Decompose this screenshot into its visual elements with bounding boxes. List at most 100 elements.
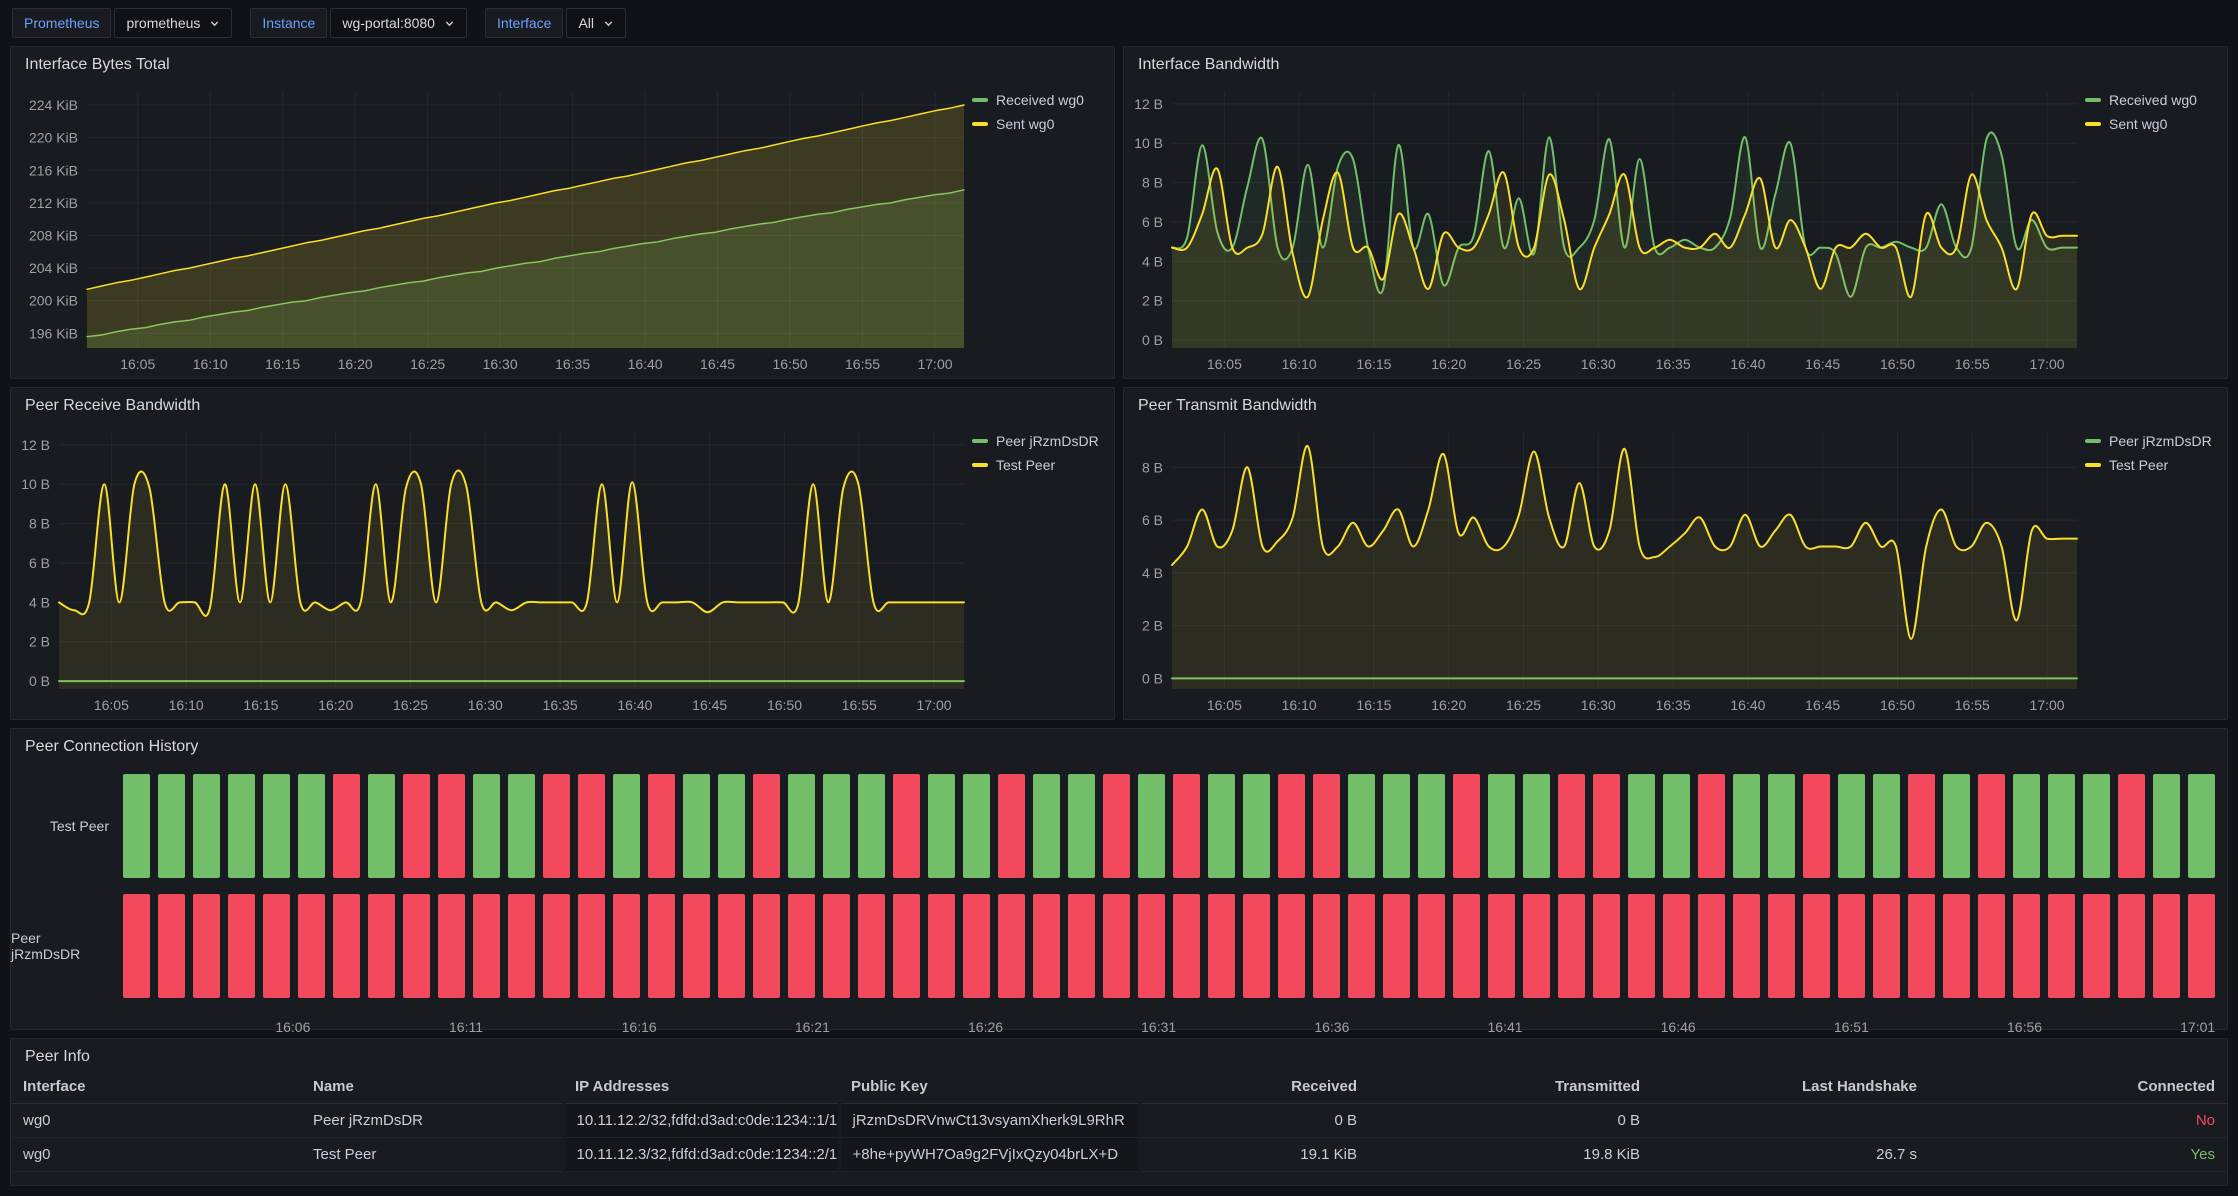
history-bar-disconnected[interactable] [1313,894,1340,998]
history-bar-disconnected[interactable] [858,894,885,998]
column-header-last-handshake[interactable]: Last Handshake [1652,1070,1929,1104]
history-bar-disconnected[interactable] [753,894,780,998]
history-bar-disconnected[interactable] [1733,894,1760,998]
history-bar-connected[interactable] [263,774,290,878]
column-header-public-key[interactable]: Public Key [839,1070,1139,1104]
history-bar-connected[interactable] [1943,774,1970,878]
history-bar-disconnected[interactable] [963,894,990,998]
history-bar-disconnected[interactable] [1628,894,1655,998]
history-bar-disconnected[interactable] [1348,894,1375,998]
history-bar-connected[interactable] [858,774,885,878]
history-bar-disconnected[interactable] [1558,774,1585,878]
history-bar-disconnected[interactable] [998,774,1025,878]
history-bar-disconnected[interactable] [1453,774,1480,878]
history-bar-disconnected[interactable] [1418,894,1445,998]
history-bar-connected[interactable] [1348,774,1375,878]
history-bar-connected[interactable] [1663,774,1690,878]
history-bar-disconnected[interactable] [1908,774,1935,878]
history-bar-connected[interactable] [1033,774,1060,878]
history-bar-connected[interactable] [2083,774,2110,878]
history-bar-disconnected[interactable] [123,894,150,998]
chart-canvas[interactable]: 0 B2 B4 B6 B8 B16:0516:1016:1516:2016:25… [1124,419,2085,719]
history-bar-connected[interactable] [158,774,185,878]
history-bar-disconnected[interactable] [1978,774,2005,878]
history-bar-disconnected[interactable] [1663,894,1690,998]
history-bar-disconnected[interactable] [1523,894,1550,998]
history-bar-connected[interactable] [1418,774,1445,878]
history-bar-disconnected[interactable] [1138,894,1165,998]
history-bar-connected[interactable] [1733,774,1760,878]
history-bar-connected[interactable] [963,774,990,878]
legend-item[interactable]: Test Peer [972,457,1106,473]
history-bar-disconnected[interactable] [1698,774,1725,878]
history-bar-connected[interactable] [928,774,955,878]
history-bar-disconnected[interactable] [333,774,360,878]
history-bar-disconnected[interactable] [333,894,360,998]
history-bar-connected[interactable] [823,774,850,878]
history-bar-disconnected[interactable] [1208,894,1235,998]
history-bar-disconnected[interactable] [823,894,850,998]
column-header-interface[interactable]: Interface [11,1070,301,1104]
history-bar-disconnected[interactable] [1558,894,1585,998]
history-bar-disconnected[interactable] [158,894,185,998]
history-bar-disconnected[interactable] [1313,774,1340,878]
history-bar-disconnected[interactable] [298,894,325,998]
history-bar-connected[interactable] [473,774,500,878]
history-bar-disconnected[interactable] [928,894,955,998]
history-bar-disconnected[interactable] [263,894,290,998]
variable-dropdown-instance[interactable]: wg-portal:8080 [330,8,467,38]
history-bar-disconnected[interactable] [1593,894,1620,998]
column-header-received[interactable]: Received [1139,1070,1369,1104]
variable-dropdown-interface[interactable]: All [566,8,626,38]
history-bar-disconnected[interactable] [1278,894,1305,998]
history-bar-connected[interactable] [1488,774,1515,878]
history-bar-disconnected[interactable] [1803,774,1830,878]
history-bar-connected[interactable] [2048,774,2075,878]
history-bar-connected[interactable] [508,774,535,878]
history-bar-disconnected[interactable] [648,894,675,998]
legend-item[interactable]: Peer jRzmDsDR [2085,433,2219,449]
history-bar-disconnected[interactable] [1908,894,1935,998]
history-bar-disconnected[interactable] [438,894,465,998]
column-header-connected[interactable]: Connected [1929,1070,2227,1104]
history-bar-disconnected[interactable] [683,894,710,998]
history-bar-disconnected[interactable] [473,894,500,998]
history-bar-connected[interactable] [1838,774,1865,878]
column-header-ip-addresses[interactable]: IP Addresses [563,1070,839,1104]
column-header-transmitted[interactable]: Transmitted [1369,1070,1652,1104]
history-bar-disconnected[interactable] [1103,894,1130,998]
history-bar-disconnected[interactable] [543,894,570,998]
history-bar-disconnected[interactable] [893,894,920,998]
history-bar-connected[interactable] [2153,774,2180,878]
history-bar-disconnected[interactable] [508,894,535,998]
history-bar-connected[interactable] [193,774,220,878]
legend-item[interactable]: Received wg0 [972,92,1106,108]
legend-item[interactable]: Sent wg0 [972,116,1106,132]
history-bar-disconnected[interactable] [613,894,640,998]
history-bar-disconnected[interactable] [2118,894,2145,998]
panel-title[interactable]: Interface Bytes Total [11,47,1114,78]
history-bar-disconnected[interactable] [753,774,780,878]
history-bar-disconnected[interactable] [718,894,745,998]
history-bar-connected[interactable] [1068,774,1095,878]
panel-title[interactable]: Peer Info [11,1039,2227,1070]
history-bar-connected[interactable] [683,774,710,878]
history-bar-disconnected[interactable] [228,894,255,998]
history-bar-disconnected[interactable] [403,894,430,998]
history-bar-connected[interactable] [1768,774,1795,878]
history-bar-disconnected[interactable] [1593,774,1620,878]
history-bar-disconnected[interactable] [403,774,430,878]
history-bar-disconnected[interactable] [2048,894,2075,998]
history-bar-disconnected[interactable] [1978,894,2005,998]
history-bar-disconnected[interactable] [1173,894,1200,998]
history-bar-disconnected[interactable] [2118,774,2145,878]
history-bar-connected[interactable] [1523,774,1550,878]
panel-title[interactable]: Peer Receive Bandwidth [11,388,1114,419]
history-bar-disconnected[interactable] [438,774,465,878]
history-bar-disconnected[interactable] [1068,894,1095,998]
history-bar-disconnected[interactable] [1453,894,1480,998]
history-bar-disconnected[interactable] [1943,894,1970,998]
history-bar-disconnected[interactable] [1383,894,1410,998]
history-bar-disconnected[interactable] [788,894,815,998]
history-bar-connected[interactable] [613,774,640,878]
